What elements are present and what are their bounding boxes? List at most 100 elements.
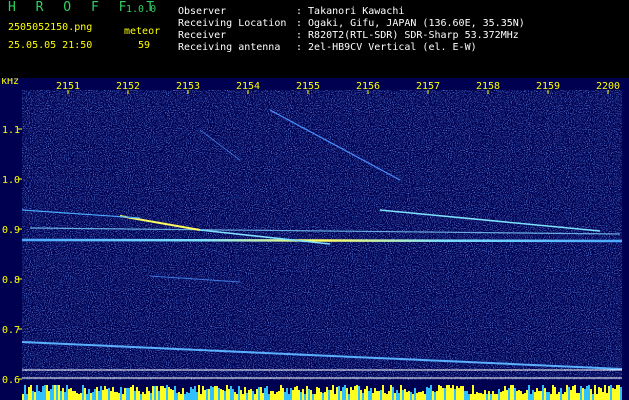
level-bar-segment — [182, 388, 184, 400]
level-bar-segment — [156, 386, 158, 400]
level-bar-segment — [590, 389, 592, 400]
level-bar-segment — [98, 391, 100, 400]
level-bar-segment — [60, 391, 62, 400]
level-bar-segment — [152, 386, 154, 400]
level-bar-segment — [328, 390, 330, 400]
level-bar-segment — [158, 391, 160, 400]
level-bar-segment — [106, 389, 108, 400]
level-bar-segment — [118, 393, 120, 400]
level-bar-segment — [502, 391, 504, 400]
level-bar-segment — [612, 388, 614, 400]
level-bar-segment — [124, 388, 126, 400]
level-bar-segment — [162, 386, 164, 400]
level-bar-segment — [462, 386, 464, 400]
level-bar-segment — [398, 393, 400, 400]
level-bar-segment — [206, 389, 208, 400]
level-bar-segment — [382, 385, 384, 400]
level-bar-segment — [504, 386, 506, 400]
level-bar-segment — [92, 392, 94, 400]
level-bar-segment — [72, 391, 74, 400]
level-bar-segment — [512, 385, 514, 400]
level-bar-segment — [284, 392, 286, 400]
level-bar-segment — [102, 390, 104, 400]
spectrogram: kHz 1.11.00.90.80.70.6 2151 2152 2153 2154 2… — [0, 78, 629, 400]
level-bar-segment — [554, 387, 556, 400]
level-bar-segment — [214, 386, 216, 400]
level-bar-segment — [516, 391, 518, 400]
level-bar-segment — [364, 389, 366, 400]
level-bar-segment — [234, 392, 236, 400]
level-bar-segment — [292, 390, 294, 400]
level-bar-segment — [550, 394, 552, 400]
level-bar-segment — [58, 385, 60, 400]
level-bar-segment — [560, 388, 562, 400]
level-bar-segment — [136, 387, 138, 400]
level-bar-segment — [468, 394, 470, 400]
info-value-antenna: : 2el-HB9CV Vertical (el. E-W) — [296, 42, 477, 53]
level-bar-segment — [256, 389, 258, 400]
level-bar-segment — [434, 392, 436, 400]
level-bar-segment — [252, 391, 254, 400]
level-bar-segment — [242, 394, 244, 400]
level-bar-segment — [270, 391, 272, 400]
level-bar-segment — [540, 391, 542, 400]
level-bar-segment — [208, 389, 210, 400]
level-bar-segment — [84, 388, 86, 400]
level-bar-segment — [314, 394, 316, 400]
level-bar-segment — [310, 390, 312, 400]
spectrogram-noise — [22, 90, 622, 380]
level-bar-segment — [562, 394, 564, 400]
info-value-observer: : Takanori Kawachi — [296, 6, 405, 17]
level-bar-segment — [186, 392, 188, 400]
level-bar-segment — [342, 387, 344, 400]
level-bar-segment — [606, 393, 608, 400]
level-bar-segment — [90, 393, 92, 400]
level-bar-segment — [48, 391, 50, 400]
level-bar-segment — [482, 394, 484, 400]
level-bar-segment — [288, 394, 290, 400]
level-bar-segment — [64, 392, 66, 400]
level-bar-segment — [552, 385, 554, 400]
level-bar-segment — [22, 394, 24, 400]
level-bar-segment — [150, 393, 152, 400]
level-bar-segment — [116, 392, 118, 400]
level-bar-segment — [324, 392, 326, 400]
level-bar-segment — [274, 394, 276, 400]
level-bar-segment — [230, 386, 232, 400]
level-bar-segment — [286, 388, 288, 400]
level-bar-segment — [134, 391, 136, 400]
level-bar-segment — [70, 388, 72, 400]
level-bar-segment — [322, 393, 324, 400]
level-bar-segment — [564, 392, 566, 400]
info-label-location: Receiving Location — [178, 18, 287, 29]
level-bar-segment — [478, 393, 480, 400]
level-bar-segment — [576, 393, 578, 400]
level-bar-segment — [574, 385, 576, 400]
level-bar-segment — [422, 391, 424, 400]
level-bar-segment — [568, 387, 570, 400]
level-bar-segment — [190, 387, 192, 400]
level-bar-segment — [24, 385, 26, 400]
y-tick-label: 1.1 — [2, 125, 20, 136]
level-bar-segment — [334, 394, 336, 400]
level-bar-segment — [38, 391, 40, 400]
level-bar-segment — [204, 390, 206, 400]
level-bar-segment — [452, 385, 454, 400]
level-bar-segment — [30, 385, 32, 400]
level-bar-segment — [80, 393, 82, 400]
info-value-location: : Ogaki, Gifu, JAPAN (136.60E, 35.35N) — [296, 18, 525, 29]
level-bar-segment — [266, 386, 268, 400]
level-bar-segment — [474, 394, 476, 400]
datetime: 25.05.05 21:50 — [8, 40, 93, 51]
level-bar-segment — [36, 385, 38, 400]
y-tick-label: 0.7 — [2, 325, 20, 336]
level-bar-segment — [528, 385, 530, 400]
y-tick-label: 0.8 — [2, 275, 20, 286]
level-bar-segment — [536, 388, 538, 400]
level-bar-segment — [202, 386, 204, 400]
level-bar-segment — [374, 388, 376, 400]
level-bar-segment — [298, 390, 300, 400]
level-bar-segment — [120, 387, 122, 400]
level-bar-segment — [558, 392, 560, 400]
level-bar-segment — [66, 385, 68, 400]
